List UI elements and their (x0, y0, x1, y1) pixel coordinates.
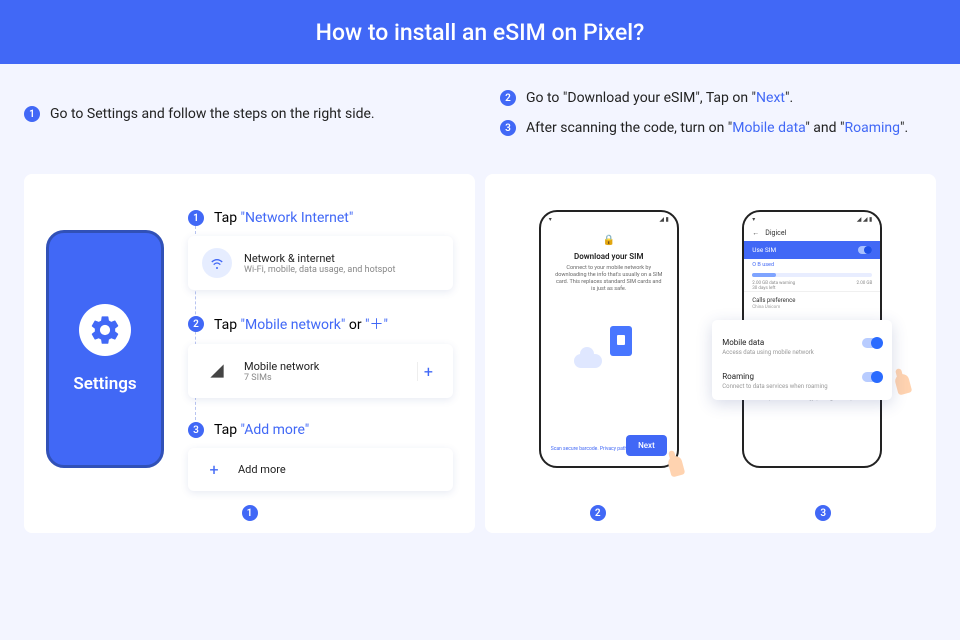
mobile-data-link: Mobile data (732, 120, 805, 136)
substep-badge-3: 3 (188, 422, 204, 438)
page-title: How to install an eSIM on Pixel? (316, 19, 645, 46)
steps-column: 1 Tap "Network Internet" Network & inter… (188, 210, 453, 515)
roaming-link: Roaming (844, 120, 900, 136)
panels-row: Settings 1 Tap "Network Internet" (24, 174, 936, 533)
lock-icon: 🔒 (541, 235, 677, 246)
panel-marker-1: 1 (242, 505, 258, 521)
marker-2: 2 (590, 505, 606, 521)
substep-badge-2: 2 (188, 316, 204, 332)
substep-3: 3 Tap "Add more" + Add more (188, 422, 453, 491)
toggle-icon[interactable] (862, 338, 882, 348)
instruction-2-text: Go to "Download your eSIM", Tap on "Next… (526, 90, 793, 106)
panel-2: ▾◢ ▮ 🔒 Download your SIM Connect to your… (485, 174, 936, 533)
panel-markers: 2 3 (485, 505, 936, 521)
carrier-header: ← Digicel (744, 225, 880, 241)
instruction-3-text: After scanning the code, turn on "Mobile… (526, 120, 908, 136)
screen-2-wrap: ▾◢ ▮ 🔒 Download your SIM Connect to your… (539, 210, 679, 468)
card-sub: Wi-Fi, mobile, data usage, and hotspot (244, 265, 395, 275)
add-more-card[interactable]: + Add more (188, 448, 453, 491)
step-badge-3: 3 (500, 120, 516, 136)
toggle-icon[interactable] (858, 246, 872, 254)
privacy-text: Scan secure barcode. Privacy path (551, 446, 627, 452)
mobile-network-hl: "Mobile network" (241, 317, 346, 333)
mobile-network-card[interactable]: Mobile network 7 SIMs + (188, 344, 453, 398)
status-bar: ▾◢ ◢ ▮ (744, 212, 880, 225)
data-roaming-popup: Mobile data Access data using mobile net… (712, 320, 892, 400)
card-sub: 7 SIMs (244, 373, 319, 383)
instruction-1-text: Go to Settings and follow the steps on t… (50, 106, 375, 122)
hand-pointer-icon (890, 370, 920, 404)
wifi-icon (202, 248, 232, 278)
marker-3: 3 (815, 505, 831, 521)
plus-button[interactable]: + (417, 362, 439, 381)
data-bar (752, 273, 872, 277)
add-more-hl: "Add more" (241, 422, 310, 438)
signal-icon (202, 356, 232, 386)
next-button[interactable]: Next (626, 435, 667, 456)
screen-3-wrap: ▾◢ ◢ ▮ ← Digicel Use SIM O B used 2.00 (742, 210, 882, 468)
substep-2: 2 Tap "Mobile network" or "＋" Mobile net… (188, 314, 453, 398)
network-internet-hl: "Network Internet" (241, 210, 354, 226)
toggle-icon[interactable] (862, 372, 882, 382)
instructions-row: 1 Go to Settings and follow the steps on… (24, 90, 936, 150)
download-desc: Connect to your mobile network by downlo… (541, 261, 677, 298)
sim-icon (610, 326, 632, 356)
bar-labels: 2.00 GB data warning30 days left 2.00 GB (744, 281, 880, 291)
roaming-toggle-row[interactable]: Roaming Connect to data services when ro… (722, 360, 882, 394)
cloud-icon (574, 354, 602, 368)
instruction-right: 2 Go to "Download your eSIM", Tap on "Ne… (500, 90, 936, 150)
page-header: How to install an eSIM on Pixel? (0, 0, 960, 64)
substep-badge-1: 1 (188, 210, 204, 226)
card-title: Add more (238, 463, 286, 476)
network-internet-card[interactable]: Network & internet Wi-Fi, mobile, data u… (188, 236, 453, 290)
download-title: Download your SIM (541, 252, 677, 261)
step-badge-1: 1 (24, 106, 40, 122)
gear-icon (79, 304, 131, 356)
panel-1: Settings 1 Tap "Network Internet" (24, 174, 475, 533)
settings-label: Settings (73, 374, 136, 394)
card-title: Mobile network (244, 360, 319, 373)
mobile-data-toggle-row[interactable]: Mobile data Access data using mobile net… (722, 326, 882, 360)
carrier-name: Digicel (765, 229, 786, 237)
back-icon[interactable]: ← (752, 229, 759, 237)
status-bar: ▾◢ ▮ (541, 212, 677, 225)
card-title: Network & internet (244, 252, 395, 265)
plus-hl: "＋" (365, 317, 388, 333)
next-link: Next (756, 90, 785, 106)
step-badge-2: 2 (500, 90, 516, 106)
content-area: 1 Go to Settings and follow the steps on… (0, 64, 960, 640)
download-sim-screen: ▾◢ ▮ 🔒 Download your SIM Connect to your… (539, 210, 679, 468)
sim-illustration (574, 324, 644, 374)
use-sim-row[interactable]: Use SIM (744, 241, 880, 259)
calls-preference-row[interactable]: Calls preference China Unicom (744, 291, 880, 315)
plus-icon: + (202, 460, 226, 479)
substep-1: 1 Tap "Network Internet" Network & inter… (188, 210, 453, 290)
instruction-left: 1 Go to Settings and follow the steps on… (24, 90, 460, 150)
settings-phone: Settings (46, 230, 164, 468)
data-used: O B used (744, 259, 880, 271)
